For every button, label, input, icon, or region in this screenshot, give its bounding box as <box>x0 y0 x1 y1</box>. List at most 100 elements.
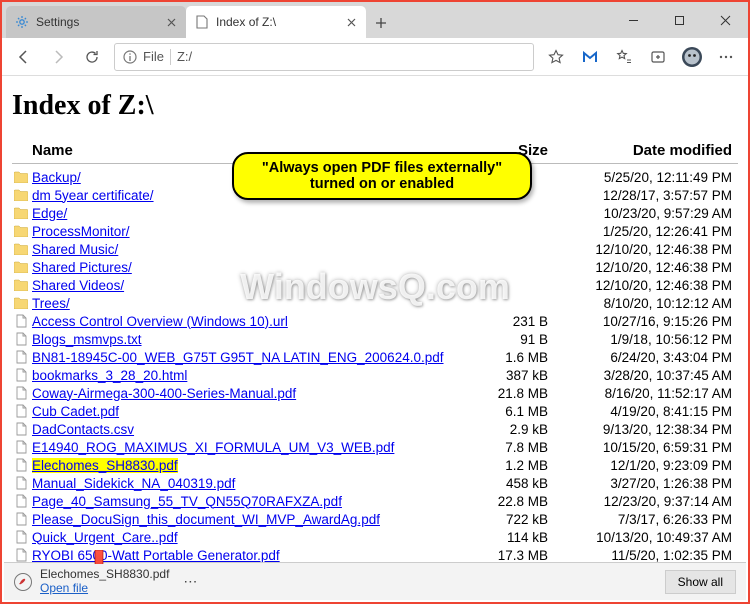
file-link[interactable]: Edge/ <box>32 206 67 221</box>
file-link[interactable]: Elechomes_SH8830.pdf <box>32 458 178 473</box>
minimize-button[interactable] <box>610 2 656 38</box>
tab-1[interactable]: Index of Z:\ <box>186 6 366 38</box>
col-date-header: Date modified <box>633 142 732 159</box>
file-date: 8/10/20, 10:12:12 AM <box>568 296 738 311</box>
file-date: 9/13/20, 12:38:34 PM <box>568 422 738 437</box>
tab-label: Settings <box>36 15 158 29</box>
malwarebytes-icon[interactable] <box>574 41 606 73</box>
file-link[interactable]: RYOBI 6500-Watt Portable Generator.pdf <box>32 548 280 563</box>
file-date: 7/3/17, 6:26:33 PM <box>568 512 738 527</box>
file-size: 22.8 MB <box>468 494 568 509</box>
file-link[interactable]: Backup/ <box>32 170 81 185</box>
folder-icon <box>12 260 30 274</box>
table-row: Shared Music/12/10/20, 12:46:38 PM <box>12 240 738 258</box>
folder-icon <box>12 188 30 202</box>
page-content: Index of Z:\ Name Size Date modified Bac… <box>2 76 748 564</box>
download-more-button[interactable]: ⋯ <box>177 569 203 595</box>
file-link[interactable]: bookmarks_3_28_20.html <box>32 368 187 383</box>
profile-button[interactable] <box>676 41 708 73</box>
tab-0[interactable]: Settings <box>6 6 186 38</box>
address-bar[interactable]: File Z:/ <box>114 43 534 71</box>
file-link[interactable]: Trees/ <box>32 296 70 311</box>
collections-button[interactable] <box>642 41 674 73</box>
file-link[interactable]: E14940_ROG_MAXIMUS_XI_FORMULA_UM_V3_WEB.… <box>32 440 394 455</box>
file-link[interactable]: Manual_Sidekick_NA_040319.pdf <box>32 476 235 491</box>
file-link[interactable]: Cub Cadet.pdf <box>32 404 119 419</box>
file-link[interactable]: ProcessMonitor/ <box>32 224 130 239</box>
file-date: 12/10/20, 12:46:38 PM <box>568 278 738 293</box>
file-date: 8/16/20, 11:52:17 AM <box>568 386 738 401</box>
download-item[interactable]: Elechomes_SH8830.pdf Open file <box>14 568 169 594</box>
table-row: Elechomes_SH8830.pdf 1.2 MB12/1/20, 9:23:… <box>12 456 738 474</box>
file-link[interactable]: dm 5year certificate/ <box>32 188 154 203</box>
window-controls <box>610 2 748 38</box>
file-size: 2.9 kB <box>468 422 568 437</box>
menu-button[interactable] <box>710 41 742 73</box>
file-icon <box>12 404 30 418</box>
back-button[interactable] <box>8 41 40 73</box>
show-all-downloads-button[interactable]: Show all <box>665 570 736 594</box>
folder-icon <box>12 170 30 184</box>
file-size: 6.1 MB <box>468 404 568 419</box>
file-link[interactable]: Page_40_Samsung_55_TV_QN55Q70RAFXZA.pdf <box>32 494 342 509</box>
table-row: Cub Cadet.pdf6.1 MB4/19/20, 8:41:15 PM <box>12 402 738 420</box>
file-date: 10/15/20, 6:59:31 PM <box>568 440 738 455</box>
file-date: 12/10/20, 12:46:38 PM <box>568 242 738 257</box>
file-date: 3/27/20, 1:26:38 PM <box>568 476 738 491</box>
address-divider <box>170 49 171 65</box>
file-icon <box>12 350 30 364</box>
forward-button[interactable] <box>42 41 74 73</box>
file-size: 114 kB <box>468 530 568 545</box>
file-icon <box>12 314 30 328</box>
file-date: 12/28/17, 3:57:57 PM <box>568 188 738 203</box>
close-window-button[interactable] <box>702 2 748 38</box>
file-date: 5/25/20, 12:11:49 PM <box>568 170 738 185</box>
file-date: 1/25/20, 12:26:41 PM <box>568 224 738 239</box>
file-size: 1.6 MB <box>468 350 568 365</box>
file-icon <box>12 476 30 490</box>
titlebar: Settings Index of Z:\ <box>2 2 748 38</box>
gear-icon <box>14 14 30 30</box>
address-text: Z:/ <box>177 49 192 64</box>
file-date: 12/1/20, 9:23:09 PM <box>568 458 738 473</box>
folder-icon <box>12 206 30 220</box>
file-link[interactable]: BN81-18945C-00_WEB_G75T G95T_NA LATIN_EN… <box>32 350 444 365</box>
toolbar: File Z:/ <box>2 38 748 76</box>
file-date: 10/27/16, 9:15:26 PM <box>568 314 738 329</box>
file-icon <box>12 512 30 526</box>
new-tab-button[interactable] <box>366 8 396 38</box>
file-size: 1.2 MB <box>468 458 568 473</box>
file-link[interactable]: Shared Pictures/ <box>32 260 132 275</box>
file-icon <box>12 548 30 562</box>
folder-icon <box>12 278 30 292</box>
file-link[interactable]: Coway-Airmega-300-400-Series-Manual.pdf <box>32 386 296 401</box>
file-icon <box>12 422 30 436</box>
file-link[interactable]: Please_DocuSign_this_document_WI_MVP_Awa… <box>32 512 380 527</box>
file-size: 17.3 MB <box>468 548 568 563</box>
maximize-button[interactable] <box>656 2 702 38</box>
table-row: Shared Pictures/12/10/20, 12:46:38 PM <box>12 258 738 276</box>
file-link[interactable]: Access Control Overview (Windows 10).url <box>32 314 288 329</box>
close-tab-button[interactable] <box>164 15 178 29</box>
file-link[interactable]: DadContacts.csv <box>32 422 134 437</box>
folder-icon <box>12 296 30 310</box>
download-open-link[interactable]: Open file <box>40 582 169 595</box>
refresh-button[interactable] <box>76 41 108 73</box>
file-link[interactable]: Shared Videos/ <box>32 278 124 293</box>
callout-annotation: "Always open PDF files externally" turne… <box>232 152 532 200</box>
table-row: Shared Videos/12/10/20, 12:46:38 PM <box>12 276 738 294</box>
table-row: ProcessMonitor/1/25/20, 12:26:41 PM <box>12 222 738 240</box>
favorite-button[interactable] <box>540 41 572 73</box>
file-link[interactable]: Shared Music/ <box>32 242 118 257</box>
folder-icon <box>12 242 30 256</box>
file-link[interactable]: Blogs_msmvps.txt <box>32 332 142 347</box>
close-tab-button[interactable] <box>344 15 358 29</box>
file-list: Backup/5/25/20, 12:11:49 PM dm 5year cert… <box>12 168 738 564</box>
file-icon <box>194 14 210 30</box>
table-row: BN81-18945C-00_WEB_G75T G95T_NA LATIN_EN… <box>12 348 738 366</box>
file-icon <box>12 530 30 544</box>
file-icon <box>12 494 30 508</box>
table-row: Edge/10/23/20, 9:57:29 AM <box>12 204 738 222</box>
file-link[interactable]: Quick_Urgent_Care..pdf <box>32 530 178 545</box>
favorites-list-button[interactable] <box>608 41 640 73</box>
